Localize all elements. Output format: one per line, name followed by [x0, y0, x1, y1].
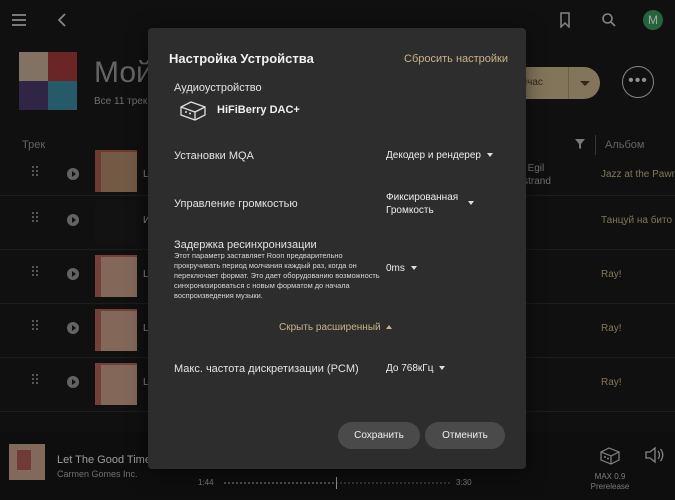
mqa-settings-dropdown[interactable]: Декодер и рендерер	[386, 149, 493, 162]
resync-delay-label: Задержка ресинхронизации	[174, 239, 317, 251]
chevron-down-icon	[439, 366, 446, 371]
volume-control-dropdown[interactable]: Фиксированная Громкость	[386, 191, 474, 217]
chevron-up-icon	[385, 325, 392, 330]
resync-delay-description: Этот параметр заставляет Roon предварите…	[174, 251, 380, 300]
audio-device-label: Аудиоустройство	[174, 82, 262, 94]
chevron-down-icon	[468, 201, 474, 205]
hide-advanced-toggle[interactable]: Скрыть расширенный	[279, 322, 392, 333]
chevron-down-icon	[410, 266, 417, 271]
reset-settings-link[interactable]: Сбросить настройки	[404, 53, 508, 65]
device-setup-dialog: Настройка Устройства Сбросить настройки …	[148, 28, 526, 469]
device-box-icon	[180, 101, 206, 121]
max-sample-rate-dropdown[interactable]: До 768кГц	[386, 362, 446, 375]
save-button[interactable]: Сохранить	[338, 422, 420, 449]
dialog-title: Настройка Устройства	[169, 51, 314, 66]
resync-delay-dropdown[interactable]: 0ms	[386, 262, 417, 275]
max-sample-rate-label: Макс. частота дискретизации (PCM)	[174, 363, 359, 375]
cancel-button[interactable]: Отменить	[425, 422, 505, 449]
volume-control-label: Управление громкостью	[174, 198, 298, 210]
mqa-settings-label: Установки MQA	[174, 150, 254, 162]
device-name: HiFiBerry DAC+	[217, 104, 300, 116]
chevron-down-icon	[487, 153, 493, 158]
